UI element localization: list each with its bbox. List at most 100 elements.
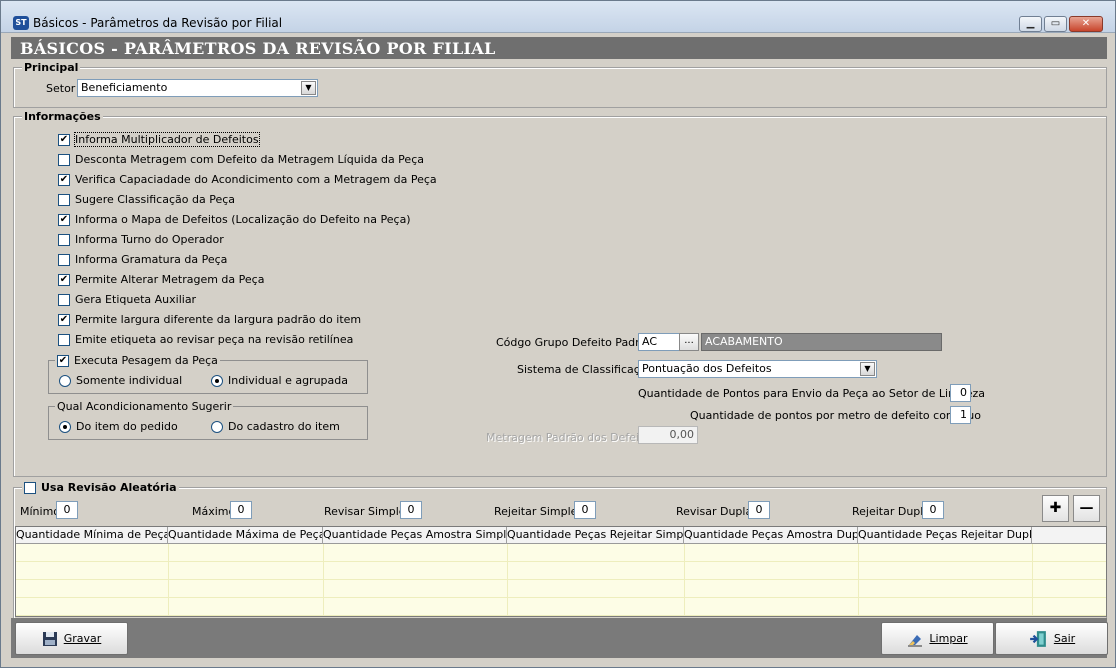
grid-column-header[interactable]: Quantidade Máxima de Peças [168, 527, 323, 544]
limpar-label: Limpar [929, 632, 968, 645]
radio-individual-agrupada[interactable]: Individual e agrupada [211, 374, 348, 387]
grid-column-header[interactable]: Quantidade Peças Amostra Dupla [684, 527, 858, 544]
limpar-button[interactable]: Limpar [881, 622, 994, 655]
revisar-simples-input[interactable]: 0 [400, 501, 422, 519]
checkbox-label: Informa Turno do Operador [75, 233, 224, 246]
radio-cadastro-item[interactable]: Do cadastro do item [211, 420, 340, 433]
title-bar: ST Básicos - Parâmetros da Revisão por F… [1, 1, 1115, 33]
chevron-down-icon[interactable]: ▼ [301, 81, 316, 95]
pesagem-check-box[interactable]: ✔ [57, 354, 69, 367]
rejeitar-dupla-label: Rejeitar Dupla [852, 505, 931, 518]
check-box[interactable]: ✔ [58, 313, 70, 326]
remove-row-button[interactable]: — [1073, 495, 1100, 522]
option-checkbox[interactable]: ✔ Permite largura diferente da largura pa… [58, 313, 361, 326]
option-checkbox[interactable]: Desconta Metragem com Defeito da Metrage… [58, 153, 424, 166]
minimize-button[interactable]: ▁ [1019, 16, 1042, 32]
radio-dot[interactable] [211, 374, 223, 387]
option-checkbox[interactable]: Informa Gramatura da Peça [58, 253, 227, 266]
revisao-checkbox[interactable]: Usa Revisão Aleatória [24, 481, 177, 494]
revisao-check-box[interactable] [24, 481, 36, 494]
grid-header: Quantidade Mínima de Peças Quantidade Má… [16, 527, 1106, 544]
gravar-label: Gravar [63, 632, 102, 645]
pesagem-checkbox[interactable]: ✔ Executa Pesagem da Peça [57, 354, 218, 367]
codigo-grupo-label: Códgo Grupo Defeito Padrão [496, 336, 654, 349]
checkbox-label: Desconta Metragem com Defeito da Metrage… [75, 153, 424, 166]
revisao-label: Usa Revisão Aleatória [41, 481, 177, 494]
chevron-down-icon[interactable]: ▼ [860, 362, 875, 376]
radio-dot[interactable] [211, 420, 223, 433]
rejeitar-simples-label: Rejeitar Simples [494, 505, 584, 518]
option-checkbox[interactable]: ✔ Verifica Capaciadade do Acondicimento c… [58, 173, 437, 186]
sair-button[interactable]: Sair [995, 622, 1108, 655]
table-row[interactable] [16, 562, 1106, 580]
add-row-button[interactable]: ✚ [1042, 495, 1069, 522]
grid-column-header[interactable]: Quantidade Peças Rejeitar Simple [507, 527, 684, 544]
check-box[interactable] [58, 293, 70, 306]
radio-item-pedido[interactable]: Do item do pedido [59, 420, 178, 433]
option-checkbox[interactable]: Gera Etiqueta Auxiliar [58, 293, 196, 306]
revisar-dupla-input[interactable]: 0 [748, 501, 770, 519]
principal-group: Principal Setor Beneficiamento ▼ [13, 61, 1107, 108]
option-checkbox[interactable]: Emite etiqueta ao revisar peça na revisã… [58, 333, 353, 346]
pesagem-label: Executa Pesagem da Peça [74, 354, 218, 367]
check-box[interactable] [58, 253, 70, 266]
grid-column-divider [507, 544, 508, 616]
check-box[interactable] [58, 193, 70, 206]
grid-column-header[interactable]: Quantidade Peças Rejeitar Dupla [858, 527, 1032, 544]
form-header-title: BÁSICOS - PARÂMETROS DA REVISÃO POR FILI… [20, 39, 496, 58]
qtd-pontos-metro-input[interactable]: 1 [950, 406, 971, 424]
grid-column-header[interactable]: Quantidade Mínima de Peças [16, 527, 168, 544]
main-window: ST Básicos - Parâmetros da Revisão por F… [0, 0, 1116, 668]
checkbox-label: Informa o Mapa de Defeitos (Localização … [75, 213, 411, 226]
grid-column-divider [168, 544, 169, 616]
maximo-input[interactable]: 0 [230, 501, 252, 519]
maximize-button[interactable]: ▭ [1044, 16, 1067, 32]
qtd-pontos-envio-input[interactable]: 0 [950, 384, 971, 402]
check-box[interactable]: ✔ [58, 213, 70, 226]
radio-dot[interactable] [59, 374, 71, 387]
close-button[interactable]: ✕ [1069, 16, 1103, 32]
checkbox-label: Permite Alterar Metragem da Peça [75, 273, 265, 286]
check-box[interactable]: ✔ [58, 173, 70, 186]
radio-label: Do item do pedido [76, 420, 178, 433]
grid-column-divider [684, 544, 685, 616]
check-box[interactable] [58, 233, 70, 246]
option-checkbox[interactable]: Informa Turno do Operador [58, 233, 224, 246]
check-box[interactable] [58, 153, 70, 166]
revisao-grid[interactable]: Quantidade Mínima de Peças Quantidade Má… [15, 526, 1107, 617]
table-row[interactable] [16, 598, 1106, 616]
revisar-simples-label: Revisar Simples [324, 505, 412, 518]
option-checkbox[interactable]: Sugere Classificação da Peça [58, 193, 235, 206]
radio-somente-individual[interactable]: Somente individual [59, 374, 182, 387]
acondicionamento-label: Qual Acondicionamento Sugerir [55, 400, 234, 413]
check-box[interactable]: ✔ [58, 133, 70, 146]
minimo-input[interactable]: 0 [56, 501, 78, 519]
acondicionamento-group: Qual Acondicionamento Sugerir Do item do… [48, 400, 368, 440]
radio-dot[interactable] [59, 420, 71, 433]
option-checkbox[interactable]: ✔ Informa o Mapa de Defeitos (Localização… [58, 213, 411, 226]
eraser-icon [908, 634, 923, 646]
codigo-grupo-lookup-button[interactable]: ... [679, 333, 699, 351]
sistema-select-value: Pontuação dos Defeitos [642, 362, 772, 375]
principal-group-label: Principal [22, 61, 81, 74]
option-checkbox[interactable]: ✔ Informa Multiplicador de Defeitos [58, 132, 260, 147]
table-row[interactable] [16, 544, 1106, 562]
rejeitar-dupla-input[interactable]: 0 [922, 501, 944, 519]
check-box[interactable] [58, 333, 70, 346]
minimo-label: Mínimo [20, 505, 61, 518]
radio-label: Somente individual [76, 374, 183, 387]
setor-select[interactable]: Beneficiamento ▼ [77, 79, 318, 97]
gravar-button[interactable]: Gravar [15, 622, 128, 655]
codigo-grupo-input[interactable]: AC [638, 333, 680, 351]
sair-label: Sair [1053, 632, 1076, 645]
radio-label: Individual e agrupada [228, 374, 348, 387]
rejeitar-simples-input[interactable]: 0 [574, 501, 596, 519]
radio-label: Do cadastro do item [228, 420, 340, 433]
metragem-padrao-input[interactable]: 0,00 [638, 426, 698, 444]
option-checkbox[interactable]: ✔ Permite Alterar Metragem da Peça [58, 273, 264, 286]
checkbox-label: Informa Multiplicador de Defeitos [74, 132, 260, 147]
grid-column-header[interactable]: Quantidade Peças Amostra Simples [323, 527, 507, 544]
table-row[interactable] [16, 580, 1106, 598]
check-box[interactable]: ✔ [58, 273, 70, 286]
sistema-select[interactable]: Pontuação dos Defeitos ▼ [638, 360, 877, 378]
